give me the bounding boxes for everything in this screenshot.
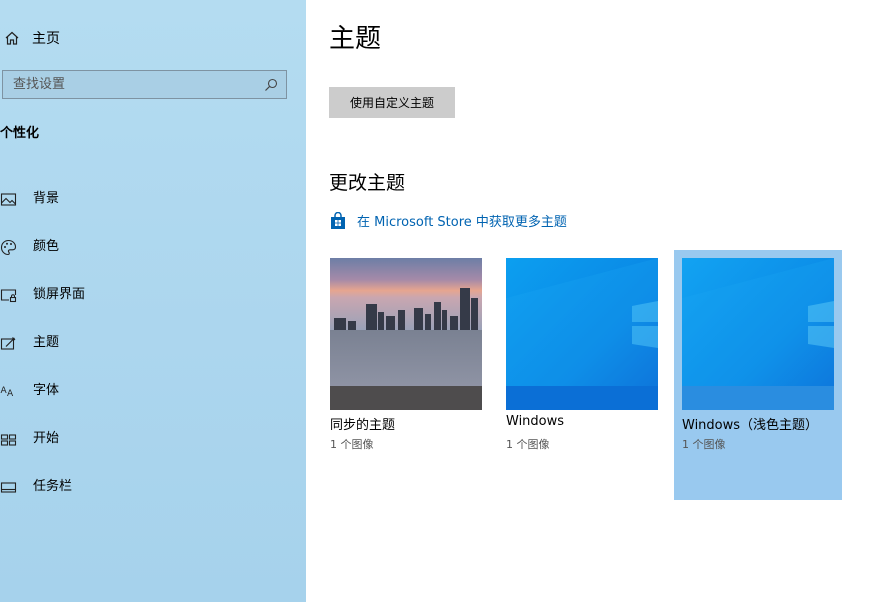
search-box[interactable] [2,70,287,99]
home-link[interactable]: 主页 [4,27,60,49]
svg-text:A: A [7,389,14,399]
sidebar-item-taskbar[interactable]: 任务栏 [0,463,85,511]
sidebar-item-label: 颜色 [33,239,60,254]
sidebar-item-colors[interactable]: 颜色 [0,223,85,271]
home-icon [5,31,19,45]
theme-name: Windows [506,414,565,429]
sidebar-item-label: 主题 [33,335,60,350]
theme-name: 同步的主题 [330,418,396,433]
theme-name: Windows（浅色主题） [682,418,819,433]
search-input[interactable] [3,71,264,98]
sidebar-item-label: 字体 [33,383,60,398]
lock-screen-icon [0,288,17,302]
theme-image-count: 1 个图像 [506,438,550,451]
sidebar-item-start[interactable]: 开始 [0,415,85,463]
windows-light-wallpaper-thumbnail [682,258,834,410]
palette-icon [0,239,17,255]
main-content: 主题 使用自定义主题 更改主题 在 Microsoft Store 中获取更多主… [306,0,886,602]
store-link[interactable]: 在 Microsoft Store 中获取更多主题 [329,211,567,230]
theme-card-windows-light[interactable]: Windows（浅色主题） 1 个图像 [674,250,842,500]
section-title: 个性化 [0,126,40,141]
store-link-label: 在 Microsoft Store 中获取更多主题 [357,215,567,230]
home-label: 主页 [32,31,60,47]
theme-card-synced[interactable]: 同步的主题 1 个图像 [322,250,490,500]
city-skyline-thumbnail [330,258,482,410]
change-theme-heading: 更改主题 [329,172,406,194]
windows-wallpaper-thumbnail [506,258,658,410]
sidebar-nav: 背景 颜色 锁屏界面 主题 A A 字体 开始 任务栏 [0,175,86,511]
sidebar-item-label: 锁屏界面 [33,287,86,302]
sidebar-item-label: 开始 [33,431,60,446]
sidebar-item-lock-screen[interactable]: 锁屏界面 [0,271,85,319]
sidebar-item-label: 背景 [33,191,60,206]
use-custom-theme-button[interactable]: 使用自定义主题 [329,87,455,118]
sidebar-item-themes[interactable]: 主题 [0,319,85,367]
font-icon: A A [1,386,15,399]
theme-image-count: 1 个图像 [682,438,726,451]
sidebar-item-fonts[interactable]: A A 字体 [0,367,85,415]
picture-icon [0,192,17,206]
theme-card-windows[interactable]: Windows 1 个图像 [498,250,666,500]
theme-image-count: 1 个图像 [330,438,374,451]
search-icon[interactable] [264,78,278,92]
theme-icon [0,336,16,350]
sidebar-item-label: 任务栏 [33,479,73,494]
sidebar-item-background[interactable]: 背景 [0,175,85,223]
page-title: 主题 [329,24,382,54]
start-icon [0,433,17,446]
store-bag-icon [331,211,345,229]
sidebar: 主页 个性化 背景 颜色 [0,0,306,602]
taskbar-icon [0,481,17,493]
